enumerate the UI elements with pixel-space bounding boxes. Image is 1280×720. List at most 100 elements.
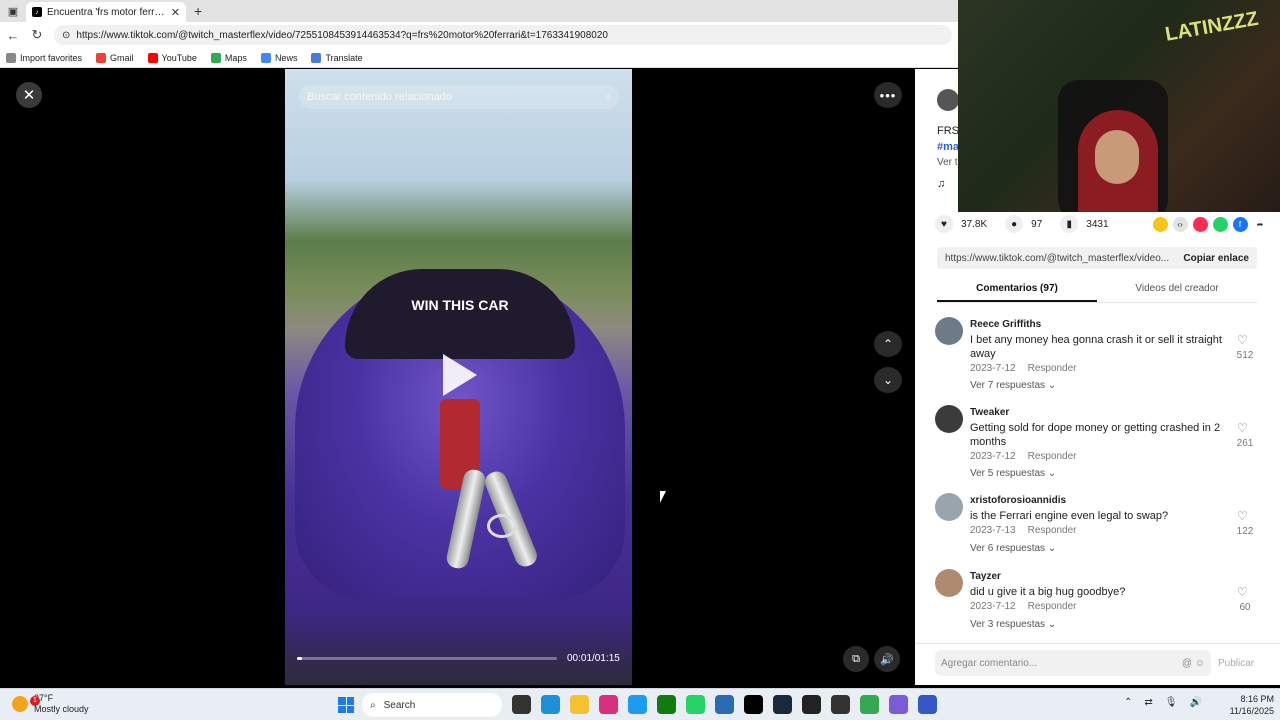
heart-icon[interactable]: ♥ (935, 215, 953, 233)
video-link[interactable]: https://www.tiktok.com/@twitch_masterfle… (945, 253, 1169, 264)
store-icon[interactable] (715, 695, 734, 714)
streamer-face (1095, 130, 1139, 184)
creator-avatar[interactable] (937, 89, 959, 111)
discord-icon[interactable] (889, 695, 908, 714)
mention-icon[interactable]: @ (1182, 658, 1192, 669)
commenter-name[interactable]: Tweaker (970, 407, 1009, 418)
bookmark-youtube[interactable]: YouTube (147, 52, 197, 63)
comment-item: xristoforosioannidis is the Ferrari engi… (935, 493, 1265, 569)
clock[interactable]: 8:16 PM 11/16/2025 (1226, 693, 1274, 717)
close-viewer-button[interactable]: ✕ (16, 82, 42, 108)
save-count: 3431 (1086, 218, 1109, 230)
share-icon[interactable]: ➦ (1252, 216, 1268, 232)
commenter-avatar[interactable] (935, 493, 963, 521)
obs-icon[interactable] (802, 695, 821, 714)
weather-widget[interactable]: 1 37°F Mostly cloudy (12, 693, 89, 715)
whatsapp-app-icon[interactable] (686, 695, 705, 714)
comment-meta: 2023-7-12 Responder (970, 363, 1077, 374)
bookmark-import-favorites[interactable]: Import favorites (6, 52, 82, 63)
view-replies-link[interactable]: Ver 7 respuestas ⌄ (970, 380, 1056, 391)
commenter-name[interactable]: xristoforosioannidis (970, 495, 1066, 506)
related-search-input[interactable]: Buscar contenido relacionado ⌕ (299, 85, 619, 109)
new-tab-icon[interactable]: + (194, 3, 202, 19)
miniplayer-button[interactable]: ⧉ (843, 646, 869, 672)
post-button[interactable]: Publicar (1218, 658, 1254, 669)
hashtag-link[interactable]: #ma (937, 141, 959, 153)
bookmark-maps[interactable]: Maps (210, 52, 247, 63)
chrome-icon[interactable] (860, 695, 879, 714)
windshield-banner: WIN THIS CAR (345, 269, 575, 359)
comment-input[interactable]: Agregar comentario... @ ☺ (935, 650, 1211, 676)
address-bar-row: ← ↻ ⊙ https://www.tiktok.com/@twitch_mas… (0, 22, 958, 48)
play-icon[interactable] (443, 354, 477, 396)
comment-like-icon[interactable]: ♡ (1237, 585, 1248, 599)
video-player[interactable]: Buscar contenido relacionado ⌕ WIN THIS … (285, 69, 632, 685)
next-video-button[interactable]: ⌄ (874, 367, 902, 393)
back-icon[interactable]: ← (6, 28, 20, 43)
maps-icon (210, 52, 221, 63)
bookmark-icon[interactable]: ▮ (1060, 215, 1079, 233)
tab-creator-videos[interactable]: Videos del creador (1097, 277, 1257, 302)
app-icon[interactable] (831, 695, 850, 714)
twitter-icon[interactable] (628, 695, 647, 714)
comment-like-icon[interactable]: ♡ (1237, 421, 1248, 435)
copy-link-button[interactable]: Copiar enlace (1183, 253, 1249, 264)
commenter-name[interactable]: Reece Griffiths (970, 319, 1041, 330)
site-info-icon[interactable]: ⊙ (62, 30, 70, 41)
previous-video-button[interactable]: ⌃ (874, 331, 902, 357)
comment-like-icon[interactable]: ♡ (1237, 333, 1248, 347)
taskbar-search[interactable]: ⌕ Search (362, 693, 502, 717)
commenter-name[interactable]: Tayzer (970, 571, 1001, 582)
file-explorer-icon[interactable] (570, 695, 589, 714)
commenter-avatar[interactable] (935, 317, 963, 345)
instagram-icon[interactable] (599, 695, 618, 714)
comment-item: Tweaker Getting sold for dope money or g… (935, 405, 1265, 493)
edge-icon[interactable] (541, 695, 560, 714)
coin-icon[interactable] (1152, 216, 1168, 232)
tab-actions-icon[interactable]: ▣ (0, 0, 26, 22)
commenter-avatar[interactable] (935, 405, 963, 433)
reply-button[interactable]: Responder (1028, 601, 1077, 612)
comment-like-icon[interactable]: ♡ (1237, 509, 1248, 523)
task-view-icon[interactable] (512, 695, 531, 714)
embed-icon[interactable]: ‹› (1172, 216, 1188, 232)
xbox-icon[interactable] (657, 695, 676, 714)
microphone-icon[interactable]: 🎙 (1165, 697, 1178, 708)
bookmark-gmail[interactable]: Gmail (96, 52, 134, 63)
refresh-icon[interactable]: ↻ (30, 27, 44, 43)
view-replies-link[interactable]: Ver 5 respuestas ⌄ (970, 468, 1056, 479)
see-more-link[interactable]: Ver t (937, 157, 959, 168)
facebook-icon[interactable]: f (1232, 216, 1248, 232)
search-icon[interactable]: ⌕ (605, 91, 611, 104)
tiktok-app-icon[interactable] (744, 695, 763, 714)
emoji-icon[interactable]: ☺ (1195, 658, 1205, 669)
volume-button[interactable]: 🔊 (874, 646, 900, 672)
volume-icon[interactable]: 🔊 (1189, 697, 1201, 708)
browser-tab[interactable]: ♪ Encuentra 'frs motor ferrari' en TikTo… (26, 2, 186, 22)
url-field[interactable]: ⊙ https://www.tiktok.com/@twitch_masterf… (54, 25, 952, 45)
creator-info: FRS #ma Ver t ♫ (937, 89, 959, 190)
reply-button[interactable]: Responder (1028, 451, 1077, 462)
commenter-avatar[interactable] (935, 569, 963, 597)
bookmark-translate[interactable]: Translate (311, 52, 363, 63)
video-progress-bar[interactable] (297, 657, 557, 660)
app-icon[interactable] (918, 695, 937, 714)
view-replies-link[interactable]: Ver 3 respuestas ⌄ (970, 619, 1056, 629)
progress-fill (297, 657, 303, 660)
steam-icon[interactable] (773, 695, 792, 714)
network-icon[interactable]: ⇄ (1144, 697, 1152, 708)
start-icon[interactable] (338, 697, 354, 713)
bookmark-news[interactable]: News (260, 52, 297, 63)
view-replies-link[interactable]: Ver 6 respuestas ⌄ (970, 543, 1056, 554)
more-options-button[interactable]: ••• (874, 82, 902, 108)
chevron-up-icon[interactable]: ⌃ (1124, 697, 1132, 708)
comment-text: I bet any money hea gonna crash it or se… (970, 334, 1222, 360)
music-icon[interactable]: ♫ (937, 178, 959, 190)
comment-icon[interactable]: ● (1005, 215, 1024, 233)
whatsapp-icon[interactable] (1212, 216, 1228, 232)
reply-button[interactable]: Responder (1028, 363, 1077, 374)
close-tab-icon[interactable]: ✕ (171, 6, 180, 19)
tab-comments[interactable]: Comentarios (97) (937, 277, 1097, 302)
reply-button[interactable]: Responder (1028, 525, 1077, 536)
send-icon[interactable] (1192, 216, 1208, 232)
